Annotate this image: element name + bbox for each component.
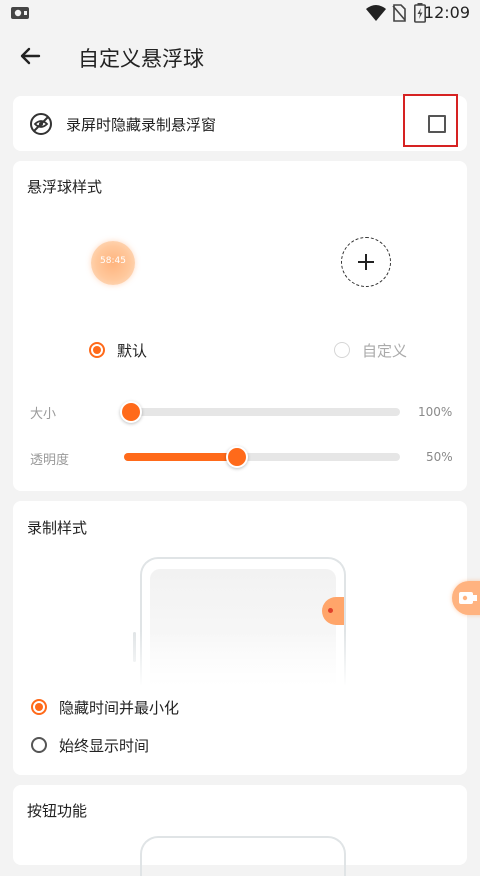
section-title-ball-style: 悬浮球样式 — [27, 178, 103, 196]
status-time: 12:09 — [423, 3, 470, 22]
option-custom-label: 自定义 — [362, 342, 408, 360]
hidden-eye-icon — [30, 113, 52, 135]
opacity-label: 透明度 — [30, 453, 70, 468]
radio-hide-time[interactable] — [31, 699, 47, 715]
no-sim-icon — [392, 4, 406, 22]
phone-floating-ball — [322, 597, 344, 625]
size-value: 100% — [418, 405, 453, 419]
arrow-left-icon — [20, 47, 41, 65]
app-bar: 自定义悬浮球 — [0, 26, 480, 86]
button-function-preview — [140, 836, 346, 876]
ball-style-card: 悬浮球样式 58:45 默认 自定义 大小 100% 透明度 50% — [13, 161, 467, 491]
size-label: 大小 — [30, 407, 57, 422]
record-option-hide-time[interactable]: 隐藏时间并最小化 — [31, 696, 231, 720]
size-slider-track[interactable] — [124, 408, 400, 416]
record-option-always-show[interactable]: 始终显示时间 — [31, 734, 231, 758]
option-hide-time-label: 隐藏时间并最小化 — [59, 699, 180, 717]
custom-ball-add[interactable] — [341, 237, 391, 287]
wifi-icon — [366, 5, 386, 21]
opacity-slider-thumb[interactable] — [226, 446, 248, 468]
radio-default[interactable] — [89, 342, 105, 358]
preview-fade — [123, 631, 363, 687]
page-title: 自定义悬浮球 — [78, 47, 204, 71]
section-title-button-function: 按钮功能 — [27, 802, 88, 820]
opacity-value: 50% — [426, 450, 453, 464]
record-style-card: 录制样式 隐藏时间并最小化 始终显示时间 — [13, 501, 467, 775]
default-ball-preview[interactable]: 58:45 — [91, 241, 135, 285]
ball-preview-time: 58:45 — [100, 256, 126, 266]
size-slider-thumb[interactable] — [120, 401, 142, 423]
status-bar: 12:09 — [0, 0, 480, 26]
section-title-record-style: 录制样式 — [27, 519, 88, 537]
option-default-label: 默认 — [117, 342, 148, 360]
ball-style-option-custom[interactable]: 自定义 — [334, 339, 444, 363]
ball-style-option-default[interactable]: 默认 — [89, 339, 179, 363]
option-always-show-label: 始终显示时间 — [59, 737, 150, 755]
back-button[interactable] — [14, 40, 46, 72]
hide-checkbox[interactable] — [428, 115, 446, 133]
floating-record-ball[interactable] — [452, 581, 480, 615]
opacity-slider-fill — [124, 453, 237, 461]
screen-record-icon — [11, 7, 29, 19]
radio-custom[interactable] — [334, 342, 350, 358]
button-function-card: 按钮功能 — [13, 785, 467, 876]
video-camera-icon — [459, 592, 477, 604]
radio-always-show[interactable] — [31, 737, 47, 753]
hide-floating-window-row[interactable]: 录屏时隐藏录制悬浮窗 — [13, 94, 467, 151]
hide-row-label: 录屏时隐藏录制悬浮窗 — [66, 116, 217, 134]
plus-icon — [358, 254, 374, 270]
